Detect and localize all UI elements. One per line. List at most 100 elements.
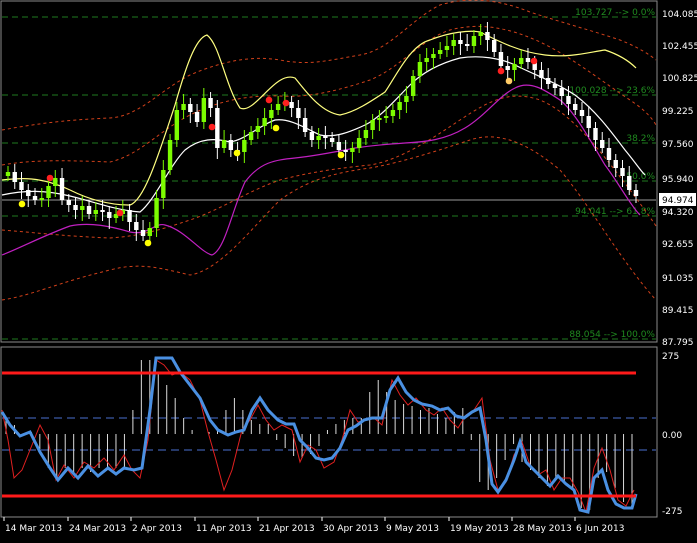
candle-body xyxy=(174,110,180,140)
price-tick-5: 95.940 xyxy=(662,175,694,185)
candle-body xyxy=(586,116,591,128)
candle-body xyxy=(424,58,429,62)
candle-body xyxy=(329,138,335,142)
x-label-3: 11 Apr 2013 xyxy=(196,524,252,534)
trading-chart[interactable]: 103.727 --> 0.0% 100.028 --> 23.6% 38.2%… xyxy=(0,0,697,539)
x-label-4: 21 Apr 2013 xyxy=(259,524,315,534)
candle-body xyxy=(309,132,315,140)
candle-body xyxy=(275,104,281,110)
candle-body xyxy=(512,64,517,70)
fib-label-0: 103.727 --> 0.0% xyxy=(575,8,655,18)
candle-body xyxy=(302,118,308,132)
candle-body xyxy=(404,96,409,102)
signal-dot xyxy=(18,200,26,208)
candle-body xyxy=(505,66,510,70)
signal-dot xyxy=(282,99,290,107)
candle-body xyxy=(485,32,490,40)
price-tick-1: 102.455 xyxy=(662,42,697,52)
envelope-lower-inner xyxy=(1,95,657,239)
candle-body xyxy=(26,190,31,196)
price-tick-2: 100.825 xyxy=(662,74,697,84)
candle-body xyxy=(181,104,186,110)
candle-body xyxy=(377,118,382,120)
signal-dot xyxy=(116,209,124,217)
candle-body xyxy=(519,58,524,64)
x-label-6: 9 May 2013 xyxy=(386,524,439,534)
candle-body xyxy=(451,40,456,46)
candle-body xyxy=(93,210,98,214)
signal-dots xyxy=(18,57,538,247)
candle-body xyxy=(383,116,389,118)
candle-body xyxy=(134,222,139,230)
fibonacci-levels: 103.727 --> 0.0% 100.028 --> 23.6% 38.2%… xyxy=(2,8,656,340)
signal-dot xyxy=(265,96,273,104)
candle-body xyxy=(410,76,416,96)
price-tick-6: 94.320 xyxy=(662,208,694,218)
signal-dot xyxy=(497,67,505,75)
price-tick-7: 92.655 xyxy=(662,240,694,250)
price-tick-8: 91.035 xyxy=(662,274,694,284)
x-label-0: 14 Mar 2013 xyxy=(5,524,62,534)
fib-label-61-8: 94.041 --> 61.8% xyxy=(575,207,655,217)
price-indicators xyxy=(1,0,657,301)
candle-body xyxy=(620,168,625,176)
candle-body xyxy=(289,102,294,108)
candle-body xyxy=(296,108,301,118)
candle-body xyxy=(417,62,423,76)
candle-body xyxy=(613,160,618,168)
candle-body xyxy=(491,40,497,52)
osc-tick-0: 0.00 xyxy=(662,431,682,441)
signal-dot xyxy=(272,124,280,132)
x-label-5: 30 Apr 2013 xyxy=(323,524,379,534)
x-label-2: 2 Apr 2013 xyxy=(132,524,182,534)
candle-body xyxy=(53,178,58,186)
x-label-1: 24 Mar 2013 xyxy=(69,524,126,534)
candle-body xyxy=(627,176,632,190)
candle-body xyxy=(546,78,551,84)
candle-body xyxy=(593,128,598,140)
candle-body xyxy=(370,120,375,130)
candle-body xyxy=(323,136,328,138)
osc-tick-neg275: -275 xyxy=(662,507,682,517)
candle-body xyxy=(600,140,605,148)
candle-body xyxy=(356,138,362,148)
candle-body xyxy=(221,140,227,148)
candle-body xyxy=(573,104,578,110)
candle-body xyxy=(363,130,369,138)
candle-body xyxy=(32,196,38,200)
candle-body xyxy=(5,172,11,176)
candle-body xyxy=(154,198,159,228)
candle-body xyxy=(552,84,558,88)
current-price-label: 94.974 xyxy=(662,196,694,206)
fib-label-23-6: 100.028 --> 23.6% xyxy=(569,86,655,96)
x-label-9: 6 Jun 2013 xyxy=(576,524,624,534)
x-label-7: 19 May 2013 xyxy=(450,524,509,534)
candle-body xyxy=(201,98,207,122)
oscillator: 275 0.00 -275 xyxy=(0,352,682,517)
signal-dot xyxy=(505,77,513,85)
candle-body xyxy=(12,172,17,182)
envelope-upper-inner xyxy=(1,25,657,166)
candle-body xyxy=(397,102,402,110)
candle-body xyxy=(127,210,132,222)
candle-body xyxy=(458,40,463,44)
signal-dot xyxy=(144,239,152,247)
candle-body xyxy=(343,150,348,152)
lower-band-line xyxy=(1,84,641,256)
candle-body xyxy=(539,70,544,78)
candle-body xyxy=(100,210,105,212)
price-tick-9: 89.415 xyxy=(662,306,694,316)
candle-body xyxy=(208,98,213,108)
price-tick-0: 104.085 xyxy=(662,10,697,20)
candle-body xyxy=(444,46,450,50)
candle-body xyxy=(140,230,146,236)
candle-body xyxy=(255,126,261,132)
time-axis: 14 Mar 2013 24 Mar 2013 2 Apr 2013 11 Ap… xyxy=(3,517,624,534)
candle-body xyxy=(579,110,585,116)
candle-body xyxy=(390,110,396,116)
candle-body xyxy=(167,140,173,170)
candle-body xyxy=(525,58,531,62)
candle-body xyxy=(350,148,355,152)
candle-body xyxy=(606,148,612,160)
candle-body xyxy=(269,110,274,118)
